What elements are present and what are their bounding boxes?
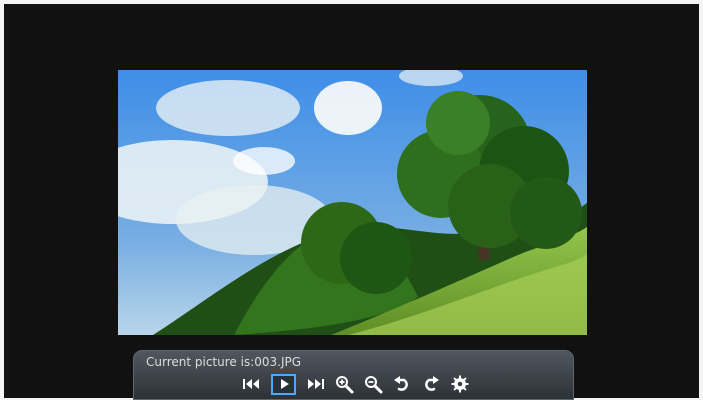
next-button[interactable]: [305, 374, 325, 394]
media-player-screen: Current picture is:003.JPG: [4, 4, 699, 400]
next-icon: [308, 379, 324, 389]
rotate-right-icon: [425, 376, 439, 391]
previous-button[interactable]: [242, 374, 262, 394]
play-button[interactable]: [271, 373, 296, 395]
previous-icon: [243, 379, 259, 389]
settings-icon: [451, 375, 469, 393]
rotate-left-icon: [394, 376, 408, 391]
zoom-in-icon: [336, 376, 354, 394]
zoom-out-button[interactable]: [363, 374, 383, 394]
zoom-out-icon: [365, 376, 383, 394]
play-icon: [280, 379, 289, 389]
photo-preview: [118, 70, 587, 335]
picture-control-bar: Current picture is:003.JPG: [133, 350, 574, 400]
zoom-in-button[interactable]: [334, 374, 354, 394]
rotate-left-button[interactable]: [392, 374, 412, 394]
settings-button[interactable]: [450, 374, 470, 394]
current-picture-label: Current picture is:003.JPG: [146, 355, 302, 369]
rotate-right-button[interactable]: [421, 374, 441, 394]
playback-controls: [242, 373, 470, 395]
